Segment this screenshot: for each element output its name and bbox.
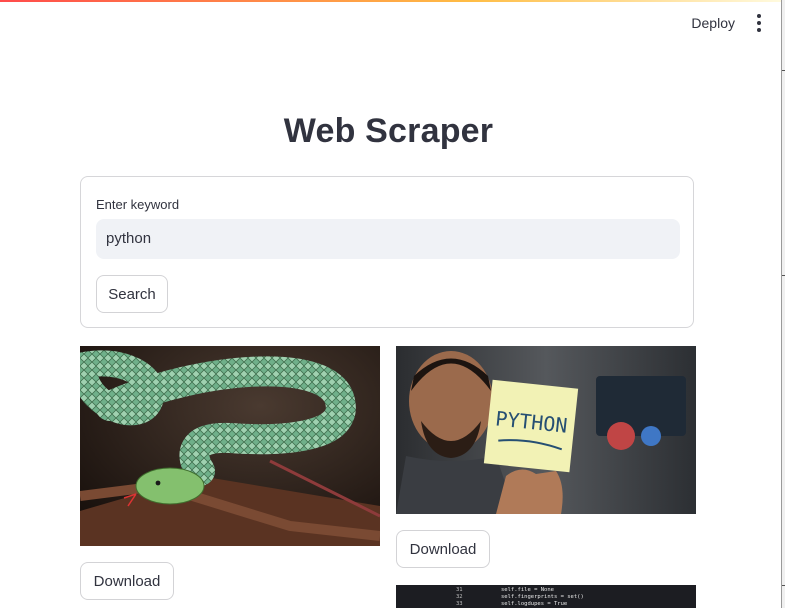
keyword-input[interactable]: python bbox=[96, 219, 680, 259]
keyword-label: Enter keyword bbox=[96, 197, 180, 212]
deploy-button[interactable]: Deploy bbox=[691, 11, 735, 35]
search-form: Enter keyword python Search bbox=[80, 176, 694, 328]
code-line-1: self.file = None bbox=[501, 587, 554, 593]
kebab-menu-icon[interactable] bbox=[751, 13, 767, 33]
window-edge-scrollbar bbox=[781, 0, 785, 608]
snake-illustration bbox=[80, 346, 380, 546]
search-button[interactable]: Search bbox=[96, 275, 168, 313]
code-line-num-1: 31 bbox=[456, 587, 463, 593]
code-line-2: self.fingerprints = set() bbox=[501, 594, 584, 600]
download-button-2[interactable]: Download bbox=[396, 530, 490, 568]
code-line-num-3: 33 bbox=[456, 601, 463, 607]
code-illustration: 31 32 33 self.file = None self.fingerpri… bbox=[396, 585, 696, 608]
code-line-num-2: 32 bbox=[456, 594, 463, 600]
page-title: Web Scraper bbox=[283, 112, 494, 150]
code-line-3: self.logdupes = True bbox=[501, 601, 567, 607]
python-note-illustration: PYTHON bbox=[396, 346, 696, 514]
download-button-1[interactable]: Download bbox=[80, 562, 174, 600]
app-header: Deploy bbox=[691, 8, 767, 38]
result-image-snake bbox=[80, 346, 380, 546]
result-image-code: 31 32 33 self.file = None self.fingerpri… bbox=[396, 585, 696, 608]
result-image-python-note: PYTHON bbox=[396, 346, 696, 514]
top-decoration-bar bbox=[0, 0, 785, 2]
